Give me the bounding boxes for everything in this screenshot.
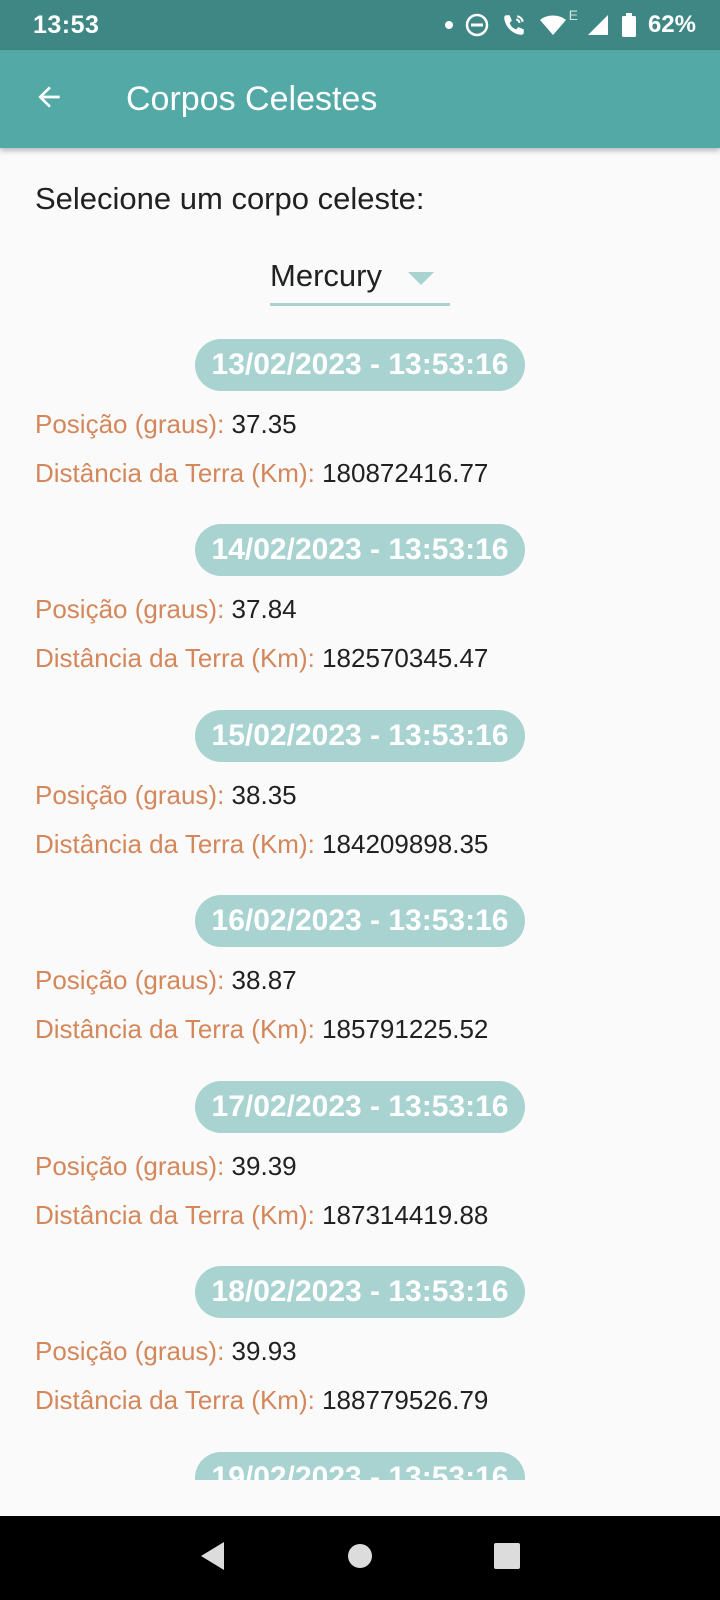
nav-recents-button[interactable] bbox=[477, 1528, 537, 1588]
distance-value: 188779526.79 bbox=[322, 1385, 489, 1415]
position-row: Posição (graus): 38.87 bbox=[35, 965, 297, 996]
content-scroll[interactable]: Selecione um corpo celeste: Mercury 13/0… bbox=[0, 148, 720, 1480]
wifi-icon bbox=[539, 13, 567, 37]
do-not-disturb-icon bbox=[465, 13, 489, 37]
back-button[interactable] bbox=[0, 50, 98, 148]
distance-label: Distância da Terra (Km): bbox=[35, 1200, 315, 1230]
position-row: Posição (graus): 37.35 bbox=[35, 409, 297, 440]
position-value: 38.87 bbox=[231, 965, 297, 995]
network-type-badge: E bbox=[568, 7, 578, 23]
distance-row: Distância da Terra (Km): 187314419.88 bbox=[35, 1200, 488, 1231]
position-value: 37.84 bbox=[231, 594, 297, 624]
status-bar: 13:53 E 62% bbox=[0, 0, 720, 50]
system-nav-bar bbox=[0, 1516, 720, 1600]
battery-percent: 62% bbox=[647, 11, 696, 38]
position-value: 39.39 bbox=[231, 1151, 297, 1181]
status-icons: E 62% bbox=[444, 7, 696, 39]
arrow-left-icon bbox=[33, 81, 65, 118]
distance-label: Distância da Terra (Km): bbox=[35, 1385, 315, 1415]
app-bar: Corpos Celestes bbox=[0, 50, 720, 148]
list-item: 16/02/2023 - 13:53:16 Posição (graus): 3… bbox=[0, 895, 720, 1080]
distance-value: 184209898.35 bbox=[322, 829, 489, 859]
notification-dot-icon bbox=[444, 21, 453, 29]
date-badge: 17/02/2023 - 13:53:16 bbox=[195, 1081, 525, 1133]
list-item: 15/02/2023 - 13:53:16 Posição (graus): 3… bbox=[0, 710, 720, 895]
date-badge: 15/02/2023 - 13:53:16 bbox=[195, 710, 525, 762]
date-badge: 13/02/2023 - 13:53:16 bbox=[195, 339, 525, 391]
triangle-back-icon bbox=[198, 1540, 228, 1577]
distance-label: Distância da Terra (Km): bbox=[35, 643, 315, 673]
distance-row: Distância da Terra (Km): 182570345.47 bbox=[35, 643, 488, 674]
distance-value: 187314419.88 bbox=[322, 1200, 489, 1230]
distance-row: Distância da Terra (Km): 188779526.79 bbox=[35, 1385, 488, 1416]
position-value: 38.35 bbox=[231, 780, 297, 810]
position-label: Posição (graus): bbox=[35, 1336, 225, 1366]
nav-home-button[interactable] bbox=[330, 1528, 390, 1588]
dropdown-selected-value: Mercury bbox=[270, 258, 382, 293]
distance-label: Distância da Terra (Km): bbox=[35, 1014, 315, 1044]
date-badge: 16/02/2023 - 13:53:16 bbox=[195, 895, 525, 947]
date-badge: 18/02/2023 - 13:53:16 bbox=[195, 1266, 525, 1318]
battery-icon bbox=[621, 13, 636, 37]
distance-label: Distância da Terra (Km): bbox=[35, 458, 315, 488]
list-item: 19/02/2023 - 13:53:16 bbox=[0, 1452, 720, 1480]
distance-row: Distância da Terra (Km): 184209898.35 bbox=[35, 829, 488, 860]
position-row: Posição (graus): 38.35 bbox=[35, 780, 297, 811]
nav-back-button[interactable] bbox=[183, 1528, 243, 1588]
date-badge: 19/02/2023 - 13:53:16 bbox=[195, 1452, 525, 1480]
distance-value: 182570345.47 bbox=[322, 643, 489, 673]
position-label: Posição (graus): bbox=[35, 594, 225, 624]
position-row: Posição (graus): 37.84 bbox=[35, 594, 297, 625]
dropdown-arrow-icon bbox=[408, 272, 434, 291]
circle-home-icon bbox=[346, 1542, 374, 1575]
position-row: Posição (graus): 39.93 bbox=[35, 1336, 297, 1367]
position-value: 39.93 bbox=[231, 1336, 297, 1366]
position-value: 37.35 bbox=[231, 409, 297, 439]
signal-icon bbox=[586, 13, 610, 37]
position-label: Posição (graus): bbox=[35, 1151, 225, 1181]
date-badge: 14/02/2023 - 13:53:16 bbox=[195, 524, 525, 576]
page-title: Corpos Celestes bbox=[126, 79, 378, 118]
select-label: Selecione um corpo celeste: bbox=[35, 181, 425, 216]
distance-label: Distância da Terra (Km): bbox=[35, 829, 315, 859]
wifi-calling-icon bbox=[501, 12, 527, 38]
position-label: Posição (graus): bbox=[35, 965, 225, 995]
status-time: 13:53 bbox=[33, 10, 100, 39]
position-row: Posição (graus): 39.39 bbox=[35, 1151, 297, 1182]
position-label: Posição (graus): bbox=[35, 780, 225, 810]
distance-value: 185791225.52 bbox=[322, 1014, 489, 1044]
square-recents-icon bbox=[493, 1542, 521, 1575]
distance-row: Distância da Terra (Km): 185791225.52 bbox=[35, 1014, 488, 1045]
list-item: 18/02/2023 - 13:53:16 Posição (graus): 3… bbox=[0, 1266, 720, 1451]
list-item: 17/02/2023 - 13:53:16 Posição (graus): 3… bbox=[0, 1081, 720, 1266]
position-label: Posição (graus): bbox=[35, 409, 225, 439]
list-item: 14/02/2023 - 13:53:16 Posição (graus): 3… bbox=[0, 524, 720, 709]
celestial-body-dropdown[interactable]: Mercury bbox=[270, 258, 450, 306]
distance-value: 180872416.77 bbox=[322, 458, 489, 488]
list-item: 13/02/2023 - 13:53:16 Posição (graus): 3… bbox=[0, 339, 720, 524]
distance-row: Distância da Terra (Km): 180872416.77 bbox=[35, 458, 488, 489]
